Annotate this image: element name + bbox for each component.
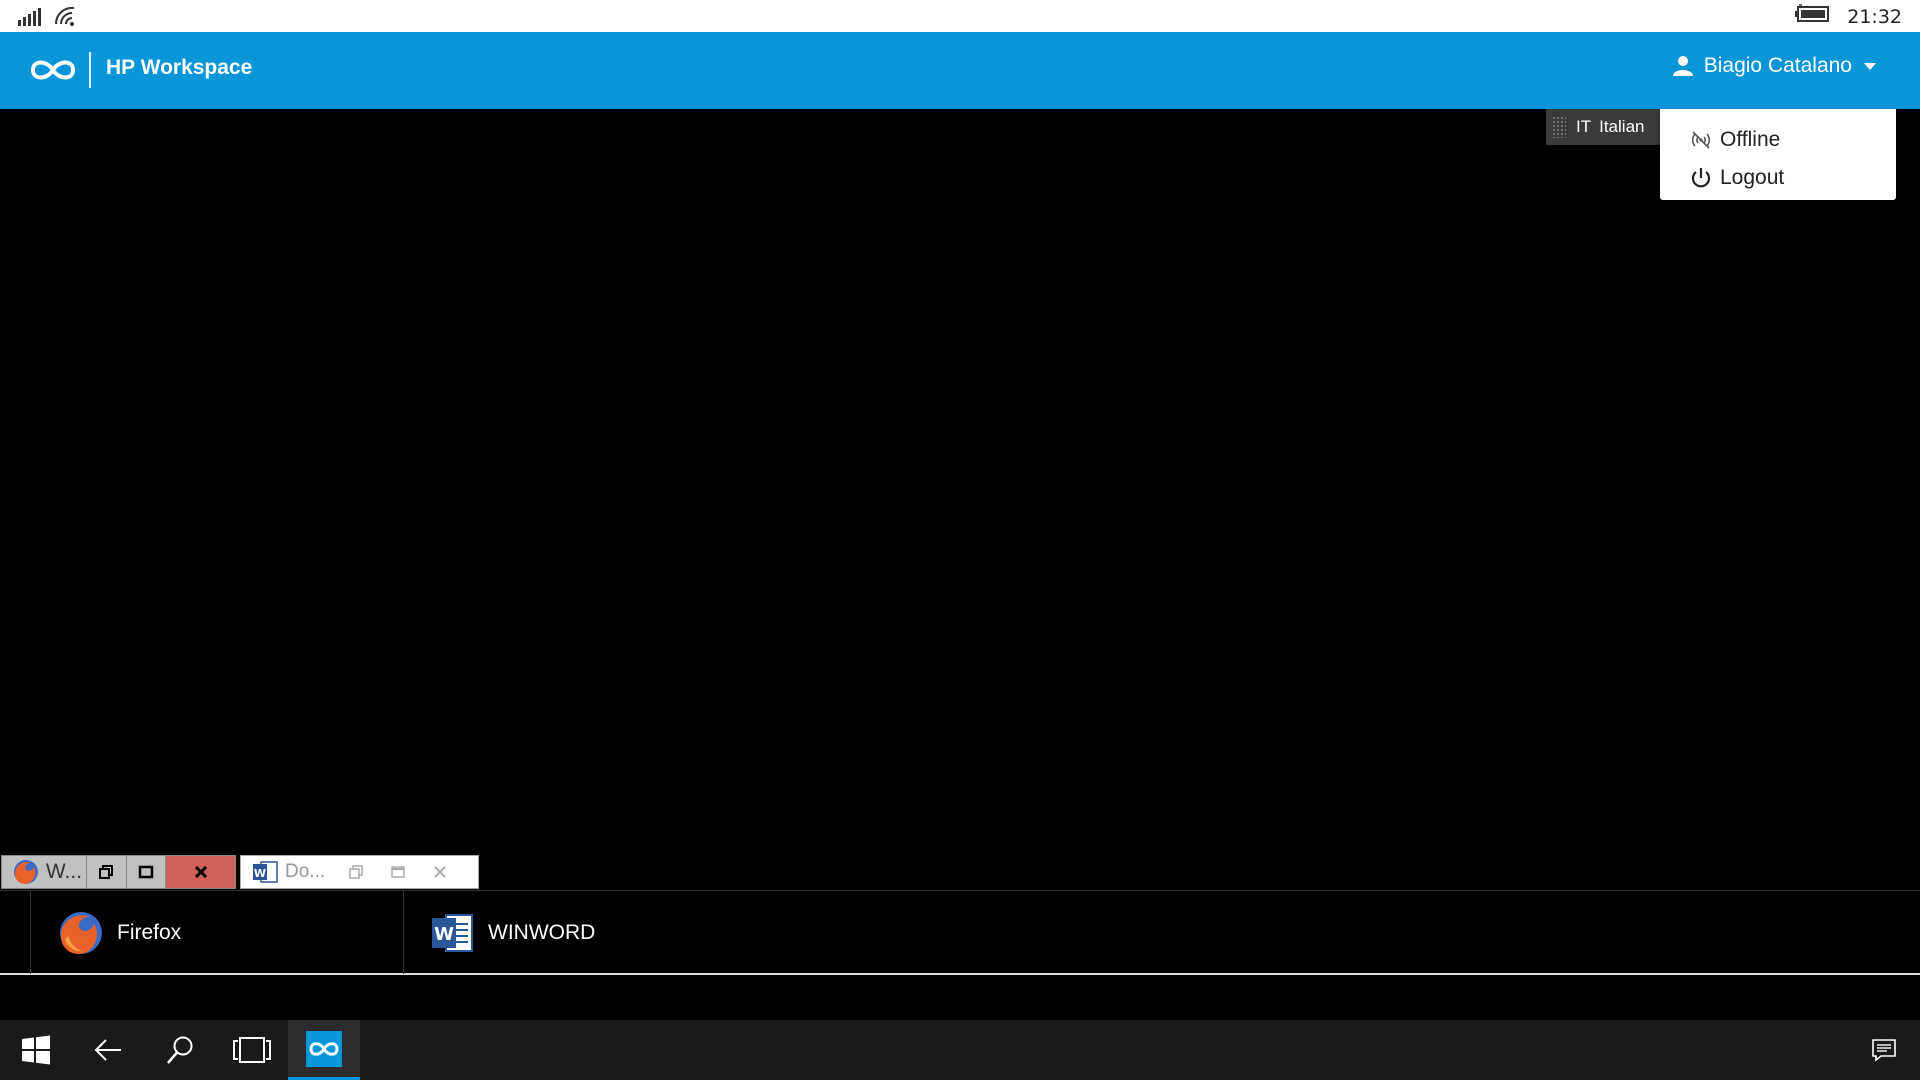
remote-window-title: Do... xyxy=(285,861,326,882)
remote-window-word[interactable]: W Do... xyxy=(240,855,479,889)
remote-window-firefox[interactable]: W... xyxy=(1,855,236,889)
logout-label: Logout xyxy=(1720,166,1785,189)
hp-workspace-icon xyxy=(306,1030,342,1067)
hp-workspace-logo-icon xyxy=(30,60,76,80)
taskbar-label: WINWORD xyxy=(488,920,596,944)
restore-icon xyxy=(99,865,114,879)
remote-app-taskbar: Firefox W WINWORD xyxy=(0,890,1920,975)
logo-divider xyxy=(89,52,91,88)
close-button[interactable] xyxy=(165,856,235,888)
offline-label: Offline xyxy=(1720,128,1781,151)
battery-icon xyxy=(1795,4,1831,29)
app-header: HP Workspace Biagio Catalano xyxy=(0,32,1920,109)
search-icon xyxy=(167,1036,193,1064)
chevron-down-icon xyxy=(1864,62,1876,70)
power-icon xyxy=(1691,168,1711,188)
language-name: Italian xyxy=(1599,117,1645,136)
maximize-icon xyxy=(391,866,405,878)
svg-text:W: W xyxy=(254,867,266,880)
taskbar-item-winword[interactable]: W WINWORD xyxy=(404,891,704,974)
maximize-button[interactable] xyxy=(125,856,166,888)
user-icon xyxy=(1672,56,1693,76)
maximize-icon xyxy=(138,865,154,879)
signal-icon xyxy=(18,8,42,31)
firefox-icon xyxy=(60,911,102,954)
svg-text:W: W xyxy=(434,924,454,945)
drag-handle-icon[interactable] xyxy=(1552,116,1566,138)
close-button[interactable] xyxy=(419,856,461,888)
language-indicator[interactable]: IT Italian xyxy=(1546,109,1666,145)
firefox-icon xyxy=(13,860,38,884)
task-view-button[interactable] xyxy=(216,1020,288,1080)
restore-button[interactable] xyxy=(335,856,377,888)
notification-icon xyxy=(1872,1039,1896,1062)
task-view-icon xyxy=(233,1037,271,1063)
word-icon: W xyxy=(432,913,473,952)
close-icon xyxy=(434,866,446,878)
restore-icon xyxy=(349,865,363,879)
back-arrow-icon xyxy=(94,1039,121,1061)
status-bar: 21:32 xyxy=(0,0,1920,32)
user-dropdown-menu: Offline Logout xyxy=(1660,109,1896,200)
clock: 21:32 xyxy=(1847,5,1902,28)
taskbar-label: Firefox xyxy=(117,920,182,944)
offline-icon xyxy=(1691,131,1711,149)
taskbar-item-firefox[interactable]: Firefox xyxy=(30,891,404,974)
offline-menu-item[interactable]: Offline xyxy=(1660,121,1896,159)
language-code: IT xyxy=(1576,117,1592,136)
search-button[interactable] xyxy=(144,1020,216,1080)
system-taskbar xyxy=(0,1020,1920,1080)
logout-menu-item[interactable]: Logout xyxy=(1660,159,1896,197)
user-menu-button[interactable]: Biagio Catalano xyxy=(1672,54,1876,78)
taskbar-app-hp-workspace[interactable] xyxy=(288,1020,360,1080)
wifi-icon xyxy=(54,6,76,31)
remote-window-title: W... xyxy=(45,860,83,883)
app-title: HP Workspace xyxy=(106,56,253,79)
action-center-button[interactable] xyxy=(1848,1020,1920,1080)
start-button[interactable] xyxy=(0,1020,72,1080)
word-icon: W xyxy=(253,861,278,883)
close-icon xyxy=(194,865,207,879)
user-name: Biagio Catalano xyxy=(1703,54,1852,77)
windows-logo-icon xyxy=(22,1035,50,1065)
back-button[interactable] xyxy=(72,1020,144,1080)
restore-button[interactable] xyxy=(85,856,126,888)
maximize-button[interactable] xyxy=(377,856,419,888)
